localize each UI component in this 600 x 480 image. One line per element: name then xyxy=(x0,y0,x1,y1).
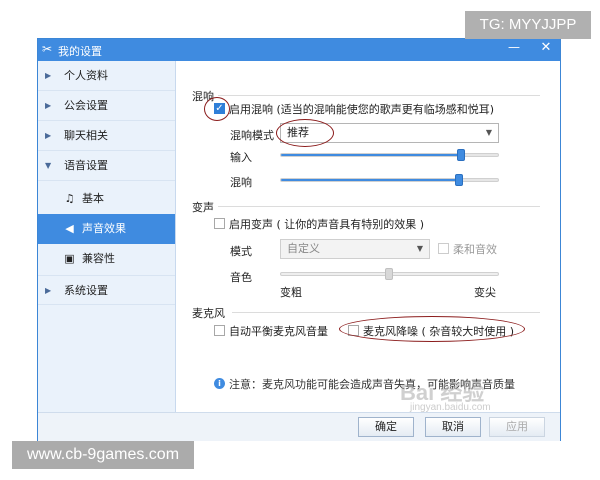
chevron-right-icon: ▶ xyxy=(45,71,52,80)
minimize-button[interactable]: — xyxy=(504,40,524,54)
reverb-slider-thumb[interactable] xyxy=(455,174,463,186)
chevron-down-icon: ▼ xyxy=(416,244,423,253)
chevron-right-icon: ▶ xyxy=(45,286,52,295)
voice-change-enable-label: 启用变声 ( 让你的声音具有特别的效果 ) xyxy=(229,218,425,231)
noise-reduction-checkbox[interactable] xyxy=(348,325,359,336)
ok-button[interactable]: 确定 xyxy=(358,417,414,437)
info-icon: i xyxy=(214,378,225,389)
divider xyxy=(232,312,540,313)
sidebar-item-profile[interactable]: ▶ 个人资料 xyxy=(38,61,175,91)
window-icon: ▣ xyxy=(64,252,75,265)
sidebar: ▶ 个人资料 ▶ 公会设置 ▶ 聊天相关 ▼ 语音设置 ♫ 基本 ◀ 声音效果 … xyxy=(38,61,176,412)
voice-mode-label: 模式 xyxy=(230,245,252,258)
voice-mode-select[interactable]: 自定义 ▼ xyxy=(280,239,430,259)
chevron-right-icon: ▶ xyxy=(45,131,52,140)
button-bar: 确定 取消 应用 xyxy=(38,412,560,441)
reverb-enable-checkbox[interactable]: ✓ xyxy=(214,103,225,114)
pitch-label: 音色 xyxy=(230,271,252,284)
reverb-mode-label: 混响模式 xyxy=(230,129,274,142)
apply-button[interactable]: 应用 xyxy=(489,417,545,437)
input-slider-thumb[interactable] xyxy=(457,149,465,161)
divider xyxy=(218,206,540,207)
title-bar: ✂ 我的设置 — ✕ xyxy=(38,39,560,61)
chevron-down-icon: ▼ xyxy=(485,128,492,137)
pitch-slider[interactable] xyxy=(280,268,499,280)
reverb-level-label: 混响 xyxy=(230,176,252,189)
soft-effect-label: 柔和音效 xyxy=(453,243,497,256)
close-button[interactable]: ✕ xyxy=(536,40,556,55)
section-title-voice-change: 变声 xyxy=(192,201,214,214)
section-title-reverb: 混响 xyxy=(192,90,214,103)
sidebar-subitem-basic[interactable]: ♫ 基本 xyxy=(38,184,175,214)
pitch-low-label: 变粗 xyxy=(280,286,302,299)
reverb-slider-fill xyxy=(281,179,459,181)
auto-balance-label: 自动平衡麦克风音量 xyxy=(229,325,328,338)
voice-change-enable-checkbox[interactable] xyxy=(214,218,225,229)
app-logo-icon: ✂ xyxy=(42,42,53,56)
voice-mode-value: 自定义 xyxy=(287,242,320,255)
sidebar-subitem-compatibility[interactable]: ▣ 兼容性 xyxy=(38,244,175,274)
watermark-top: TG: MYYJJPP xyxy=(465,11,591,39)
pitch-slider-thumb[interactable] xyxy=(385,268,393,280)
baidu-watermark-sub: jingyan.baidu.com xyxy=(410,402,491,413)
content-panel: 混响 ✓ 启用混响 (适当的混响能使您的歌声更有临场感和悦耳) 混响模式 推荐 … xyxy=(176,61,560,412)
mic-icon: ♫ xyxy=(64,192,75,205)
soft-effect-checkbox[interactable] xyxy=(438,243,449,254)
watermark-bottom: www.cb-9games.com xyxy=(12,441,194,469)
noise-reduction-label: 麦克风降噪 ( 杂音较大时使用 ) xyxy=(363,325,515,338)
chevron-down-icon: ▼ xyxy=(45,161,52,170)
pitch-high-label: 变尖 xyxy=(474,286,496,299)
input-label: 输入 xyxy=(230,151,252,164)
window-title: 我的设置 xyxy=(58,45,102,58)
auto-balance-checkbox[interactable] xyxy=(214,325,225,336)
sidebar-item-system[interactable]: ▶ 系统设置 xyxy=(38,275,175,305)
sidebar-item-guild[interactable]: ▶ 公会设置 xyxy=(38,91,175,121)
sidebar-item-chat[interactable]: ▶ 聊天相关 xyxy=(38,121,175,151)
chevron-right-icon: ▶ xyxy=(45,101,52,110)
section-title-mic: 麦克风 xyxy=(192,307,225,320)
reverb-slider[interactable] xyxy=(280,174,499,186)
reverb-enable-label: 启用混响 (适当的混响能使您的歌声更有临场感和悦耳) xyxy=(229,103,495,116)
input-slider-fill xyxy=(281,154,459,156)
speaker-icon: ◀ xyxy=(65,222,74,235)
reverb-mode-select[interactable]: 推荐 ▼ xyxy=(280,123,499,143)
cancel-button[interactable]: 取消 xyxy=(425,417,481,437)
reverb-mode-value: 推荐 xyxy=(287,126,309,139)
sidebar-item-voice[interactable]: ▼ 语音设置 xyxy=(38,151,175,181)
sidebar-subitem-sound-effects[interactable]: ◀ 声音效果 xyxy=(38,214,175,244)
input-slider[interactable] xyxy=(280,149,499,161)
divider xyxy=(218,95,540,96)
